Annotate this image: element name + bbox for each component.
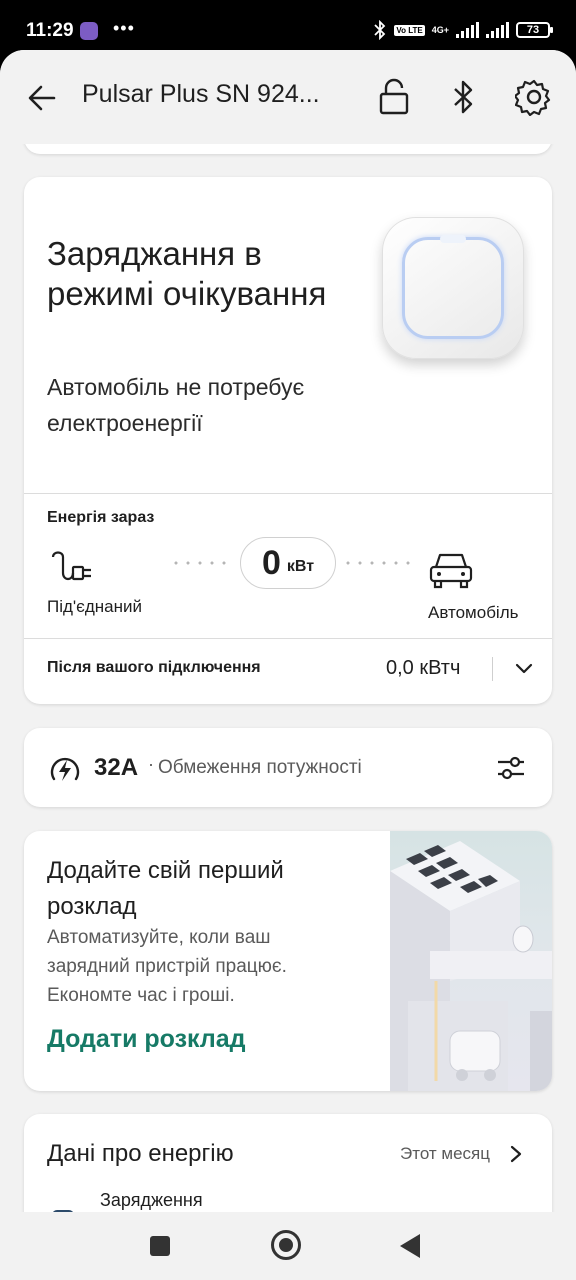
session-energy-value: 0,0 кВтч	[386, 657, 461, 679]
status-indicators: Vo LTE 4G+ 73	[373, 20, 553, 40]
power-limit-label: Обмеження потужності	[158, 757, 362, 778]
plug-icon	[51, 551, 91, 581]
chevron-right-icon[interactable]	[506, 1142, 526, 1166]
back-arrow-icon[interactable]	[24, 80, 60, 116]
car-label: Автомобіль	[428, 603, 519, 622]
charger-led-ring	[402, 237, 504, 339]
gear-icon[interactable]	[515, 78, 553, 116]
add-schedule-link[interactable]: Додати розклад	[47, 1025, 246, 1054]
period-selector[interactable]: Этот месяц	[400, 1144, 490, 1164]
connected-label: Під'єднаний	[47, 597, 142, 616]
house-illustration	[390, 831, 552, 1091]
power-limit-value: 32A	[94, 754, 139, 781]
separator-dot: ·	[148, 754, 154, 774]
schedule-promo-description: Автоматизуйте, коли ваш зарядний пристрі…	[47, 927, 287, 1006]
app-bar: Pulsar Plus SN 924...	[0, 50, 576, 144]
status-time: 11:29	[26, 20, 74, 41]
signal-icon	[456, 22, 479, 38]
bluetooth-icon[interactable]	[448, 78, 478, 116]
charging-series-label: Зарядження	[100, 1190, 203, 1210]
flow-dots-left	[170, 561, 234, 565]
system-nav-bar	[0, 1212, 576, 1280]
network-type: 4G+	[431, 25, 449, 35]
power-limit-card[interactable]: 32A · Обмеження потужності	[24, 728, 552, 807]
page-title: Pulsar Plus SN 924...	[82, 80, 320, 108]
flow-dots-right	[342, 561, 414, 565]
app-screen: Pulsar Plus SN 924... Заряджання в режим…	[0, 50, 576, 1212]
charging-status-subtitle: Автомобіль не потребує електроенергії	[47, 374, 305, 436]
car-icon	[429, 553, 473, 589]
more-notifications-icon: •••	[113, 18, 135, 38]
lightning-icon	[50, 757, 80, 781]
session-energy-label: Після вашого підключення	[47, 659, 261, 676]
charging-status-title: Заряджання в режимі очікування	[47, 235, 327, 312]
schedule-promo-title: Додайте свій перший розклад	[47, 857, 284, 920]
volte-badge: Vo LTE	[394, 24, 425, 36]
bluetooth-status-icon	[374, 20, 386, 40]
energy-now-label: Енергія зараз	[47, 509, 155, 526]
sliders-icon[interactable]	[496, 753, 526, 783]
divider	[24, 638, 552, 639]
charger-top-led	[440, 235, 466, 243]
energy-data-card: Дані про енергію Этот месяц Зарядження	[24, 1114, 552, 1212]
system-back-button[interactable]	[400, 1234, 420, 1258]
battery-icon: 73	[516, 22, 553, 38]
vertical-separator	[492, 657, 493, 681]
charger-image	[382, 217, 524, 359]
lock-icon[interactable]	[376, 78, 412, 116]
charging-status-card: Заряджання в режимі очікування Автомобіл…	[24, 177, 552, 704]
schedule-promo-card: Додайте свій перший розклад Автоматизуйт…	[24, 831, 552, 1091]
viber-notification-icon	[80, 22, 98, 40]
energy-data-title: Дані про енергію	[47, 1140, 234, 1167]
recent-apps-button[interactable]	[150, 1236, 170, 1256]
signal-icon-sim2	[486, 22, 509, 38]
current-power-pill: 0 кВт	[240, 537, 336, 589]
current-power-unit: кВт	[286, 558, 315, 575]
house-illustration-drawing	[390, 841, 552, 1091]
chevron-down-icon[interactable]	[512, 657, 536, 681]
current-power-value: 0	[261, 543, 281, 582]
divider	[24, 493, 552, 494]
home-button[interactable]	[271, 1230, 301, 1260]
